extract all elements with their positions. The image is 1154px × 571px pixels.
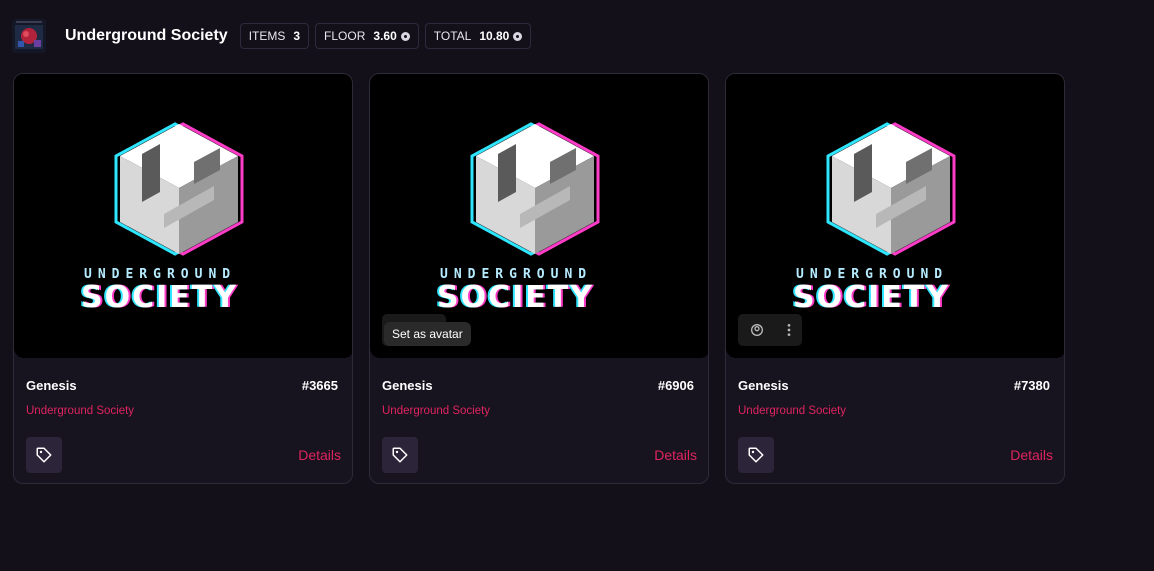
set-avatar-icon[interactable] xyxy=(749,322,765,338)
nft-image[interactable]: UNDERGROUND SOCIETY SOCIETY SOCIETY Set … xyxy=(370,74,708,358)
underground-society-logo: UNDERGROUND SOCIETY SOCIETY SOCIETY xyxy=(79,122,244,315)
nft-number: #6906 xyxy=(657,378,694,393)
stat-items-label: ITEMS xyxy=(248,29,286,43)
list-for-sale-button[interactable] xyxy=(26,437,62,473)
stat-floor-label: FLOOR xyxy=(324,29,366,43)
coin-icon xyxy=(400,31,410,41)
list-for-sale-button[interactable] xyxy=(738,437,774,473)
nft-name: Genesis xyxy=(26,378,77,393)
nft-image[interactable]: UNDERGROUND SOCIETY SOCIETY SOCIETY xyxy=(14,74,352,358)
tag-icon xyxy=(36,447,52,463)
collection-header: Underground Society ITEMS 3 FLOOR 3.60 T… xyxy=(12,18,532,54)
details-link[interactable]: Details xyxy=(1010,447,1053,463)
nft-collection-link[interactable]: Underground Society xyxy=(382,405,490,417)
stat-total-value: 10.80 xyxy=(479,29,510,43)
stat-floor-value: 3.60 xyxy=(373,29,397,43)
list-for-sale-button[interactable] xyxy=(382,437,418,473)
tag-icon xyxy=(748,447,764,463)
details-link[interactable]: Details xyxy=(298,447,341,463)
nft-name: Genesis xyxy=(382,378,433,393)
nft-collection-link[interactable]: Underground Society xyxy=(26,405,134,417)
stat-total: TOTAL 10.80 xyxy=(424,23,532,49)
stat-items: ITEMS 3 xyxy=(239,23,310,49)
stat-floor: FLOOR 3.60 xyxy=(315,23,419,49)
nft-collection-link[interactable]: Underground Society xyxy=(738,405,846,417)
stat-items-value: 3 xyxy=(293,29,301,43)
collection-avatar[interactable] xyxy=(12,19,46,53)
nft-card[interactable]: UNDERGROUND SOCIETY SOCIETY SOCIETY Gene… xyxy=(725,73,1065,484)
image-toolbar xyxy=(738,314,802,346)
logo-line-2: SOCIETY xyxy=(81,280,238,315)
nft-number: #3665 xyxy=(301,378,338,393)
stat-total-label: TOTAL xyxy=(433,29,472,43)
nft-card[interactable]: UNDERGROUND SOCIETY SOCIETY SOCIETY Set … xyxy=(369,73,709,484)
nft-name: Genesis xyxy=(738,378,789,393)
nft-card[interactable]: UNDERGROUND SOCIETY SOCIETY SOCIETY Gene… xyxy=(13,73,353,484)
more-vertical-icon[interactable] xyxy=(786,322,792,338)
logo-line-2: SOCIETY xyxy=(437,280,594,315)
collection-title: Underground Society xyxy=(65,27,228,44)
nft-image[interactable]: UNDERGROUND SOCIETY SOCIETY SOCIETY xyxy=(726,74,1064,358)
tag-icon xyxy=(392,447,408,463)
coin-icon xyxy=(513,31,523,41)
nft-number: #7380 xyxy=(1013,378,1050,393)
logo-line-2: SOCIETY xyxy=(793,280,950,315)
details-link[interactable]: Details xyxy=(654,447,697,463)
set-avatar-tooltip: Set as avatar xyxy=(384,322,471,346)
nft-grid: UNDERGROUND SOCIETY SOCIETY SOCIETY Gene… xyxy=(13,73,1065,484)
